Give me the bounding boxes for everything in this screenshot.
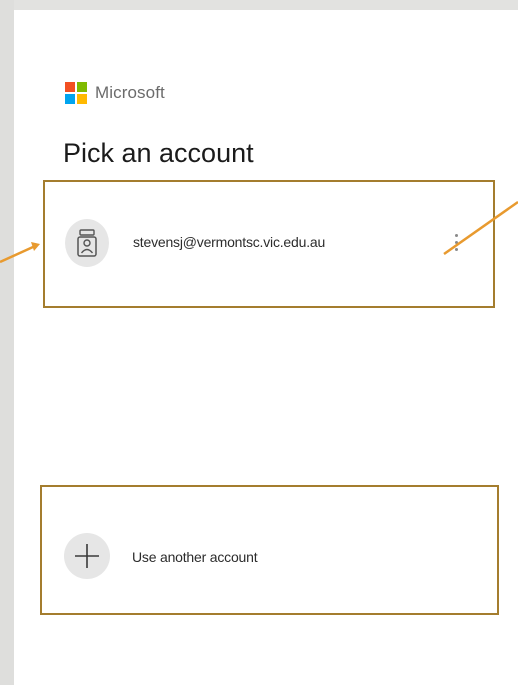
annotation-arrow-right: [443, 200, 518, 256]
plus-icon: [64, 533, 110, 579]
brand-name: Microsoft: [95, 83, 165, 102]
microsoft-brand: Microsoft: [65, 80, 165, 106]
account-email: stevensj@vermontsc.vic.edu.au: [133, 234, 326, 250]
annotation-arrow-left: [0, 242, 40, 264]
id-badge-icon-graphic: [77, 229, 97, 257]
use-another-account-tile[interactable]: Use another account: [40, 485, 499, 615]
logo-square-green: [77, 82, 87, 92]
window-left-edge: [0, 0, 14, 685]
logo-square-blue: [65, 94, 75, 104]
plus-icon-graphic: [75, 544, 99, 568]
page-title: Pick an account: [63, 138, 254, 168]
logo-square-yellow: [77, 94, 87, 104]
window-top-edge: [0, 0, 518, 10]
account-tile[interactable]: stevensj@vermontsc.vic.edu.au: [43, 180, 495, 308]
microsoft-logo-icon: [65, 82, 87, 104]
id-badge-icon: [65, 219, 109, 267]
use-another-account-label: Use another account: [132, 549, 258, 565]
logo-square-red: [65, 82, 75, 92]
